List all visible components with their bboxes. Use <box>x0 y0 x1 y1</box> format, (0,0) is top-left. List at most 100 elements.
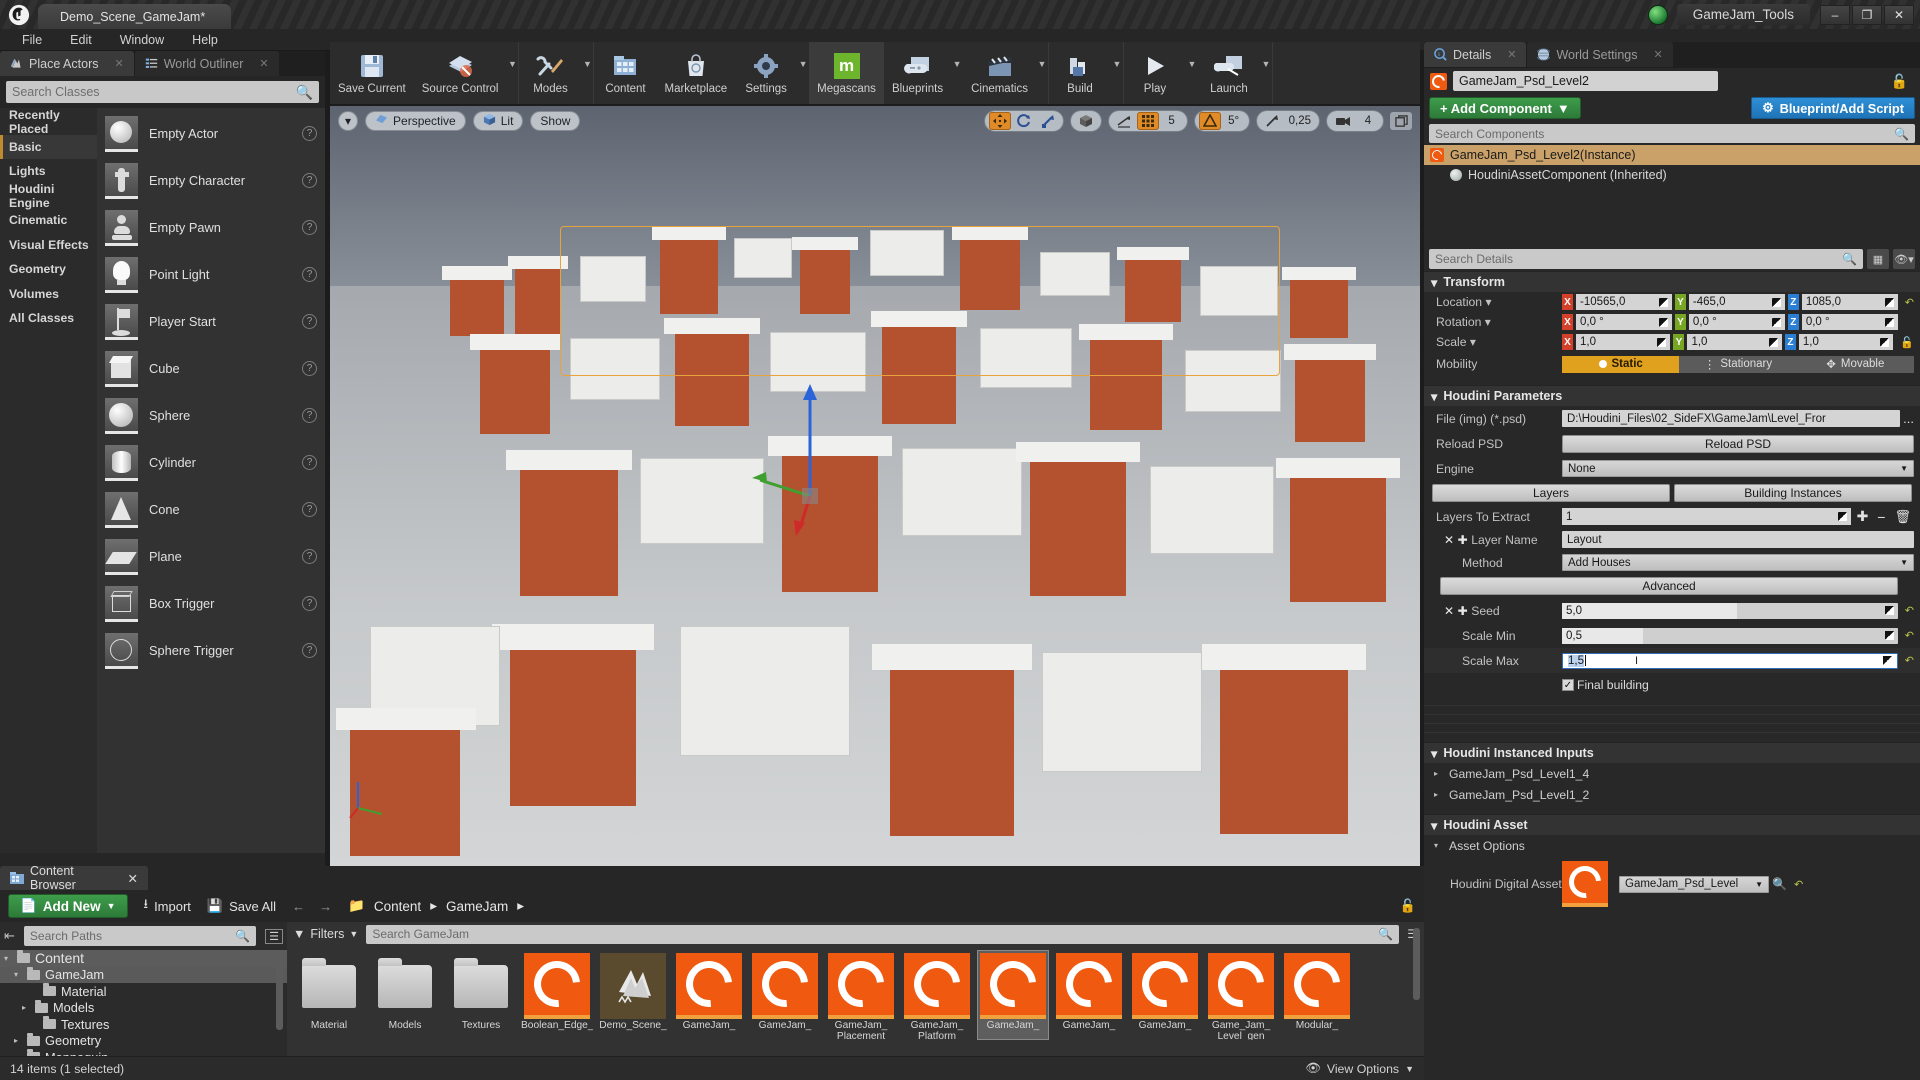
asset-tile-hda[interactable]: GameJam_ Platform <box>901 950 973 1040</box>
tab-place-actors[interactable]: Place Actors ✕ <box>0 51 134 76</box>
remove-icon[interactable]: ✕ <box>1444 533 1454 547</box>
engine-dropdown[interactable]: None ▼ <box>1562 460 1914 477</box>
reset-rotation-icon[interactable]: ↶ <box>1901 316 1914 329</box>
search-classes-input[interactable]: Search Classes 🔍 <box>6 81 319 103</box>
tree-item-gamejam[interactable]: ▾ GameJam <box>0 966 287 983</box>
section-header-houdini-parameters[interactable]: ▾ Houdini Parameters <box>1424 385 1920 406</box>
scale-z-input[interactable]: 1,0 <box>1798 334 1894 350</box>
help-icon[interactable]: ? <box>302 408 317 423</box>
scale-snap-value[interactable]: 0,25 <box>1285 112 1315 130</box>
tree-item-content[interactable]: ▾ Content <box>0 950 287 967</box>
collapse-sources-icon[interactable]: ⇤ <box>4 928 15 944</box>
add-new-button[interactable]: 📄 Add New ▼ <box>8 894 128 918</box>
reset-seed-icon[interactable]: ↶ <box>1901 604 1914 617</box>
section-header-transform[interactable]: ▾ Transform <box>1424 271 1920 292</box>
blueprint-add-script-button[interactable]: ⚙ Blueprint/Add Script <box>1751 97 1915 119</box>
mobility-movable-button[interactable]: ✥ Movable <box>1796 355 1914 373</box>
cinematics-button[interactable]: Cinematics <box>963 42 1036 104</box>
filters-button[interactable]: ▼ Filters ▼ <box>293 927 358 941</box>
display-options-icon[interactable]: ▦ <box>1867 249 1889 269</box>
asset-scrollbar[interactable] <box>1413 928 1420 1000</box>
translate-icon[interactable] <box>988 112 1011 130</box>
chevron-down-icon[interactable]: ▼ <box>1186 42 1198 104</box>
viewport-viewmode-button[interactable]: Lit <box>472 111 524 131</box>
surface-snap-icon[interactable] <box>1113 112 1135 130</box>
location-x-input[interactable]: -10565,0 <box>1576 294 1672 310</box>
reset-scale-min-icon[interactable]: ↶ <box>1901 629 1914 642</box>
lock-icon[interactable]: 🔓 <box>1891 73 1914 90</box>
settings-button[interactable]: Settings <box>735 42 797 104</box>
layers-to-extract-input[interactable]: 1 <box>1562 508 1851 525</box>
camera-speed-value[interactable]: 4 <box>1357 112 1379 130</box>
asset-tile-material-folder[interactable]: Material <box>293 950 365 1040</box>
marketplace-button[interactable]: Marketplace <box>656 42 735 104</box>
asset-tile-textures-folder[interactable]: Textures <box>445 950 517 1040</box>
menu-edit[interactable]: Edit <box>56 33 106 47</box>
browse-asset-icon[interactable]: 🔍 <box>1772 877 1787 891</box>
remove-icon[interactable]: ✕ <box>1444 604 1454 618</box>
hda-thumbnail[interactable] <box>1562 859 1608 907</box>
rotation-z-input[interactable]: 0,0 ° <box>1801 314 1898 330</box>
actor-name-input[interactable]: GameJam_Psd_Level2 <box>1453 71 1718 91</box>
tab-content-browser[interactable]: Content Browser ✕ <box>0 864 148 892</box>
help-icon[interactable]: ? <box>302 126 317 141</box>
reset-location-icon[interactable]: ↶ <box>1901 296 1914 309</box>
category-geometry[interactable]: Geometry <box>0 257 97 282</box>
hda-asset-dropdown[interactable]: GameJam_Psd_Level ▼ <box>1619 875 1769 893</box>
camera-speed-icon[interactable] <box>1331 112 1355 130</box>
tree-item-models[interactable]: ▸ Models <box>0 999 287 1017</box>
list-item[interactable]: Box Trigger ? <box>97 580 325 627</box>
list-item[interactable]: Point Light ? <box>97 251 325 298</box>
back-icon[interactable]: ← <box>292 899 305 914</box>
save-all-button[interactable]: 💾 Save All <box>207 898 276 914</box>
help-icon[interactable]: ? <box>302 502 317 517</box>
breadcrumb-gamejam[interactable]: GameJam <box>446 899 508 914</box>
scale-icon[interactable] <box>1037 112 1059 130</box>
modes-button[interactable]: Modes <box>519 42 581 104</box>
add-component-button[interactable]: + Add Component ▼ <box>1429 97 1581 119</box>
chevron-down-icon[interactable]: ▼ <box>1111 42 1123 104</box>
advanced-button[interactable]: Advanced <box>1440 577 1898 595</box>
category-visual-effects[interactable]: Visual Effects <box>0 233 97 258</box>
asset-search-input[interactable]: Search GameJam 🔍 <box>366 924 1400 944</box>
psd-file-input[interactable]: D:\Houdini_Files\02_SideFX\GameJam\Level… <box>1562 410 1901 427</box>
viewport-options-button[interactable]: ▾ <box>338 111 359 131</box>
minimize-button[interactable]: – <box>1820 4 1850 25</box>
menu-file[interactable]: File <box>8 33 56 47</box>
maximize-viewport-icon[interactable] <box>1390 112 1412 130</box>
close-icon[interactable]: ✕ <box>1654 48 1663 61</box>
close-button[interactable]: ✕ <box>1884 4 1914 25</box>
level-viewport[interactable]: ▾ Perspective Lit Show 5 5° 0,25 4 <box>330 106 1420 866</box>
search-details-input[interactable]: Search Details 🔍 <box>1429 249 1863 269</box>
section-header-houdini-asset[interactable]: ▾ Houdini Asset <box>1424 814 1920 835</box>
list-item[interactable]: Cube ? <box>97 345 325 392</box>
section-header-houdini-instanced-inputs[interactable]: ▾ Houdini Instanced Inputs <box>1424 742 1920 763</box>
view-options-button[interactable]: 👁 View Options ▼ <box>1305 1061 1414 1076</box>
asset-tile-hda[interactable]: Boolean_Edge_ <box>521 950 593 1040</box>
rotation-x-input[interactable]: 0,0 ° <box>1576 314 1672 330</box>
asset-tile-hda[interactable]: GameJam_ <box>749 950 821 1040</box>
category-volumes[interactable]: Volumes <box>0 282 97 307</box>
tree-item-textures[interactable]: Textures <box>0 1016 287 1033</box>
layer-name-input[interactable]: Layout <box>1562 531 1914 548</box>
method-dropdown[interactable]: Add Houses ▼ <box>1562 554 1914 571</box>
asset-tile-hda[interactable]: GameJam_ Placement <box>825 950 897 1040</box>
search-components-input[interactable]: Search Components 🔍 <box>1429 124 1915 143</box>
grid-snap-value[interactable]: 5 <box>1161 112 1183 130</box>
location-z-input[interactable]: 1085,0 <box>1801 294 1898 310</box>
instanced-input-row[interactable]: ▸ GameJam_Psd_Level1_2 <box>1424 784 1920 805</box>
mobility-stationary-button[interactable]: ⋮ Stationary <box>1679 355 1797 373</box>
tree-item-material[interactable]: Material <box>0 983 287 1000</box>
chevron-down-icon[interactable]: ▼ <box>581 42 593 104</box>
category-cinematic[interactable]: Cinematic <box>0 208 97 233</box>
help-icon[interactable]: ? <box>302 314 317 329</box>
rotation-y-input[interactable]: 0,0 ° <box>1688 314 1785 330</box>
project-tab[interactable]: Demo_Scene_GameJam* <box>38 4 232 29</box>
help-icon[interactable]: ? <box>302 455 317 470</box>
megascans-button[interactable]: m Megascans <box>809 42 884 104</box>
tree-item-geometry[interactable]: ▸ Geometry <box>0 1032 287 1050</box>
close-icon[interactable]: ✕ <box>128 871 138 886</box>
grid-snap-icon[interactable] <box>1136 112 1159 130</box>
reset-hda-icon[interactable]: ↶ <box>1790 878 1803 891</box>
help-icon[interactable]: ? <box>302 549 317 564</box>
